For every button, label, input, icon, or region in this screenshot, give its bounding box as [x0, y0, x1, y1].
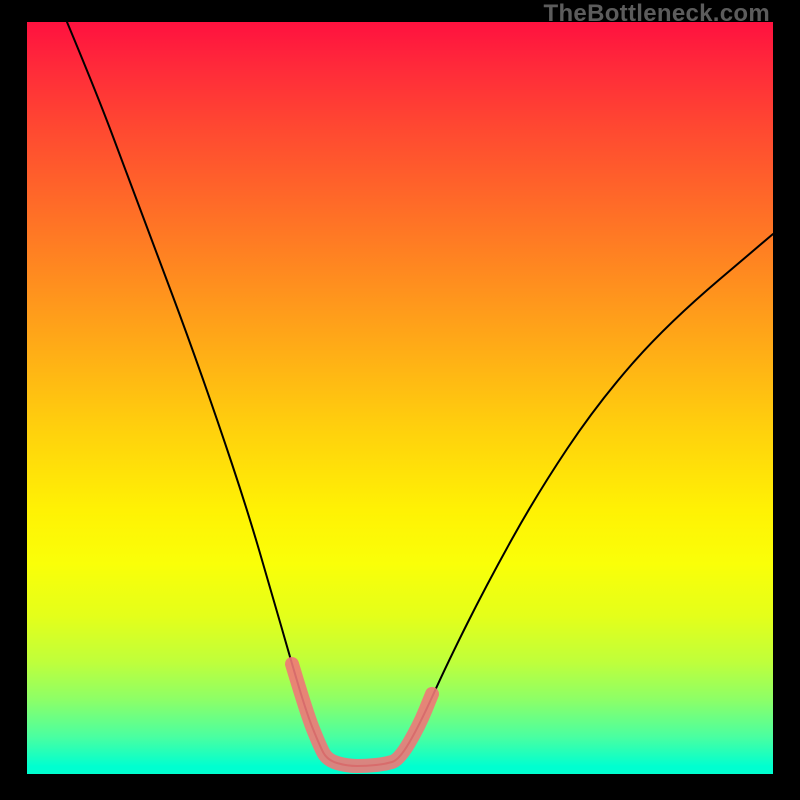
bottleneck-curve [67, 22, 773, 766]
chart-frame: TheBottleneck.com [0, 0, 800, 800]
valley-highlight [292, 664, 432, 766]
watermark-text: TheBottleneck.com [544, 0, 770, 28]
curve-layer [27, 22, 773, 774]
